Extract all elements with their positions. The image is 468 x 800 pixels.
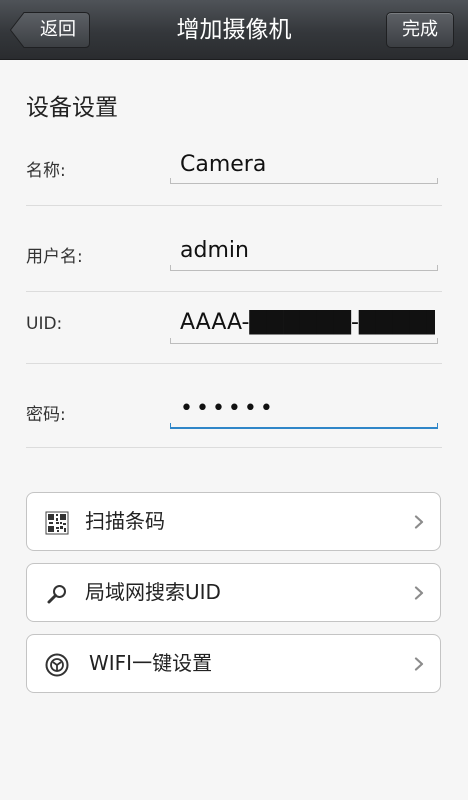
username-input[interactable]: admin xyxy=(180,238,435,263)
password-field-row: 密码: •••••• xyxy=(26,362,442,448)
scan-barcode-label: 扫描条码 xyxy=(85,509,165,533)
divider xyxy=(26,447,442,448)
username-input-underline xyxy=(170,265,438,271)
username-label: 用户名: xyxy=(26,247,83,267)
done-button[interactable]: 完成 xyxy=(386,12,454,48)
wifi-setup-label: WIFI一键设置 xyxy=(89,651,213,675)
lan-search-uid-label: 局域网搜索UID xyxy=(85,580,221,604)
wifi-setup-icon xyxy=(45,653,69,677)
password-label: 密码: xyxy=(26,405,66,425)
name-field-row: 名称: Camera xyxy=(26,120,442,206)
name-label: 名称: xyxy=(26,161,66,181)
section-title: 设备设置 xyxy=(26,95,118,121)
uid-input[interactable]: AAAA-██████-█████ xyxy=(180,310,435,335)
password-input-underline xyxy=(170,423,438,429)
qr-code-icon xyxy=(45,511,69,535)
lan-search-uid-button[interactable]: 局域网搜索UID xyxy=(26,563,441,622)
back-button-label: 返回 xyxy=(40,19,76,40)
navigation-bar: 增加摄像机 返回 完成 xyxy=(0,0,468,60)
uid-field-row: UID: AAAA-██████-█████ xyxy=(26,278,442,364)
uid-label: UID: xyxy=(26,314,63,334)
search-icon xyxy=(47,585,66,604)
chevron-right-icon xyxy=(414,515,424,529)
name-input[interactable]: Camera xyxy=(180,152,435,177)
scan-barcode-button[interactable]: 扫描条码 xyxy=(26,492,441,551)
password-input[interactable]: •••••• xyxy=(180,396,435,421)
uid-input-underline xyxy=(170,338,438,344)
name-input-underline xyxy=(170,178,438,184)
chevron-right-icon xyxy=(414,657,424,671)
wifi-setup-button[interactable]: WIFI一键设置 xyxy=(26,634,441,693)
chevron-right-icon xyxy=(414,586,424,600)
back-button[interactable]: 返回 xyxy=(10,12,90,48)
